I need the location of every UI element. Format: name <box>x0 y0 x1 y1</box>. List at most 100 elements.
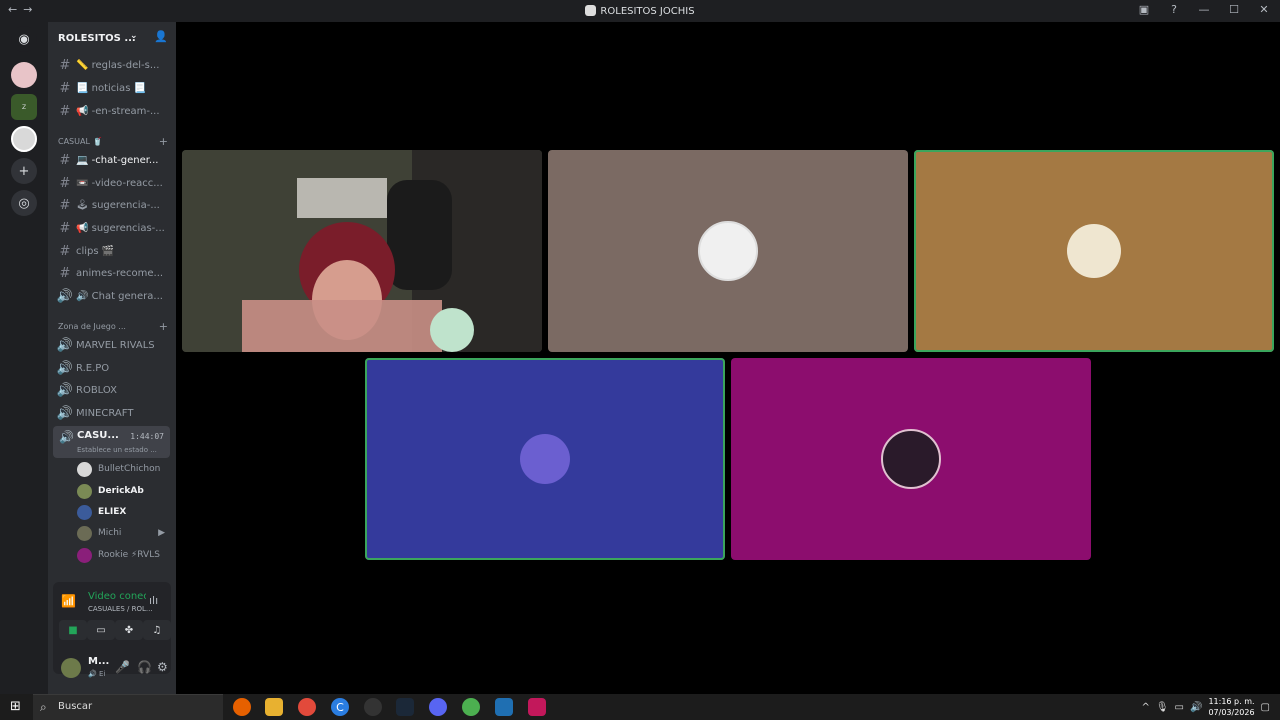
channel-label: 💻 -chat-gener... <box>76 154 159 166</box>
screen-share-button[interactable]: ▭ <box>87 620 115 640</box>
server-icon-1[interactable] <box>11 62 37 88</box>
hash-icon: # <box>59 152 71 168</box>
channel-item[interactable]: # 📼 -video-reacc... <box>56 173 170 193</box>
avatar[interactable] <box>61 658 81 678</box>
chrome-profile-icon[interactable] <box>462 698 480 716</box>
activities-button[interactable]: ✤ <box>115 620 143 640</box>
firefox-icon[interactable] <box>233 698 251 716</box>
voice-user-name: Michi <box>98 528 122 538</box>
clock[interactable]: 11:16 p. m. 07/03/2026 <box>1208 696 1254 718</box>
invite-icon[interactable]: 👤 <box>154 30 168 43</box>
voice-user[interactable]: BulletChichon <box>77 460 169 478</box>
video-tile-user-c[interactable] <box>365 358 725 560</box>
category-casual[interactable]: CASUAL 🥤 + <box>58 135 168 148</box>
category-games[interactable]: Zona de Juego ... + <box>58 320 168 333</box>
notification-icon[interactable]: ▢ <box>1261 702 1270 713</box>
channel-item[interactable]: # 🕹 sugerencia-... <box>56 195 170 215</box>
microphone-icon[interactable]: 🎤 <box>115 660 130 674</box>
add-server-icon[interactable]: + <box>11 158 37 184</box>
voice-user[interactable]: ELIEX <box>77 503 169 521</box>
app-icon-game[interactable] <box>364 698 382 716</box>
active-voice-channel[interactable]: 🔊 CASU... 1:44:07 Establece un estado ..… <box>53 426 170 458</box>
user-name[interactable]: M... <box>88 656 109 667</box>
voice-channel-item[interactable]: 🔊 ROBLOX <box>56 380 170 400</box>
network-icon[interactable]: ▭ <box>1175 702 1184 713</box>
camera-feed-image <box>182 150 542 352</box>
add-channel-icon[interactable]: + <box>159 320 168 333</box>
camera-button[interactable]: ■ <box>59 620 87 640</box>
voice-status[interactable]: Establece un estado ... <box>77 446 157 454</box>
video-tile-camera[interactable] <box>182 150 542 352</box>
channel-item[interactable]: # 📃 noticias 📃 <box>56 78 170 98</box>
video-tile-user-d[interactable] <box>731 358 1091 560</box>
server-name: ROLESITOS ... <box>58 32 136 44</box>
channel-item[interactable]: # animes-recome... <box>56 263 170 283</box>
microphone-icon[interactable]: 🎙 <box>1156 702 1169 713</box>
gear-icon[interactable]: ⚙ <box>157 660 168 674</box>
chevron-up-icon[interactable]: ^ <box>1141 702 1149 713</box>
category-label: CASUAL 🥤 <box>58 137 103 146</box>
channel-item[interactable]: # 📏 reglas-del-s... <box>56 55 170 75</box>
channel-item[interactable]: # 📢 -en-stream-... <box>56 101 170 121</box>
speaker-icon: 🔊 <box>56 288 74 304</box>
voice-user[interactable]: Michi ▶ <box>77 524 169 542</box>
clock-time: 11:16 p. m. <box>1208 697 1255 706</box>
avatar <box>77 461 92 477</box>
app-icon-game2[interactable] <box>528 698 546 716</box>
active-voice-name: CASU... <box>77 430 119 441</box>
window-title-text: ROLESITOS JOCHIS <box>600 6 695 17</box>
hash-icon: # <box>59 220 71 236</box>
speaker-icon: 🔊 <box>56 337 74 353</box>
channel-item-active[interactable]: # 💻 -chat-gener... <box>56 150 170 170</box>
channel-label: 🔊 Chat genera... <box>76 290 163 302</box>
avatar <box>77 547 92 563</box>
discord-icon[interactable] <box>429 698 447 716</box>
voice-channel-item[interactable]: 🔊 R.E.PO <box>56 358 170 378</box>
noise-suppression-icon[interactable]: ılı <box>149 594 158 607</box>
channel-label: 📏 reglas-del-s... <box>76 59 160 71</box>
help-icon[interactable]: ? <box>1166 3 1182 16</box>
channel-label: 📢 sugerencias-... <box>76 222 165 234</box>
channel-label: ROBLOX <box>76 384 117 396</box>
volume-icon[interactable]: 🔊 <box>1190 702 1202 713</box>
discord-home-icon[interactable]: ◉ <box>11 26 37 52</box>
inbox-icon[interactable]: ▣ <box>1136 3 1152 16</box>
soundboard-button[interactable]: ♫ <box>143 620 171 640</box>
voice-channel-item[interactable]: 🔊 MARVEL RIVALS <box>56 335 170 355</box>
clock-date: 07/03/2026 <box>1208 708 1255 717</box>
close-button[interactable]: ✕ <box>1256 3 1272 16</box>
server-header[interactable]: ROLESITOS ... ⌄ 👤 <box>48 22 176 54</box>
hash-icon: # <box>59 243 71 259</box>
speaker-icon: 🔊 <box>56 360 74 376</box>
hash-icon: # <box>59 80 71 96</box>
maximize-button[interactable]: ☐ <box>1226 3 1242 16</box>
explore-icon[interactable]: ◎ <box>11 190 37 216</box>
headphones-icon[interactable]: 🎧 <box>137 660 152 674</box>
voice-channel-item[interactable]: 🔊 🔊 Chat genera... <box>56 286 170 306</box>
chrome-icon[interactable] <box>298 698 316 716</box>
voice-user-name: Rookie ⚡RVLS <box>98 550 160 560</box>
voice-user-name: BulletChichon <box>98 464 161 474</box>
app-icon-bolt[interactable] <box>495 698 513 716</box>
connection-channel[interactable]: CASUALES / ROL... <box>88 605 153 613</box>
taskbar-search[interactable]: ⌕ Buscar <box>33 694 223 720</box>
signal-icon[interactable]: 📶 <box>61 594 76 608</box>
server-icon-zombie[interactable]: Z <box>11 94 37 120</box>
channel-item[interactable]: # 📢 sugerencias-... <box>56 218 170 238</box>
search-placeholder: Buscar <box>58 701 93 712</box>
server-icon-rolesitos[interactable] <box>11 126 37 152</box>
app-icon-c[interactable]: C <box>331 698 349 716</box>
steam-icon[interactable] <box>396 698 414 716</box>
video-tile-user-b[interactable] <box>914 150 1274 352</box>
channel-item[interactable]: # clips 🎬 <box>56 241 170 261</box>
video-tile-user-a[interactable] <box>548 150 908 352</box>
voice-channel-item[interactable]: 🔊 MINECRAFT <box>56 403 170 423</box>
channel-label: animes-recome... <box>76 267 164 279</box>
add-channel-icon[interactable]: + <box>159 135 168 148</box>
voice-user[interactable]: DerickAb <box>77 482 169 500</box>
chevron-down-icon: ⌄ <box>130 31 138 41</box>
windows-start-icon[interactable]: ⊞ <box>10 699 21 714</box>
file-explorer-icon[interactable] <box>265 698 283 716</box>
voice-user[interactable]: Rookie ⚡RVLS <box>77 546 169 564</box>
minimize-button[interactable]: — <box>1196 3 1212 16</box>
